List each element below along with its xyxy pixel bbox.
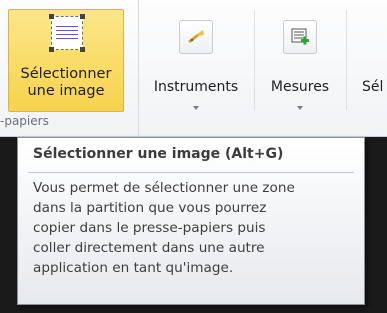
instruments-button[interactable]: Instruments bbox=[142, 20, 250, 120]
select-image-icon bbox=[49, 14, 85, 52]
tooltip-line: Vous permet de sélectionner une zone bbox=[33, 180, 295, 196]
select-image-button[interactable]: Sélectionner une image bbox=[8, 9, 124, 112]
select-image-label-line1: Sélectionner bbox=[20, 66, 112, 82]
ribbon-toolbar: Sélectionner une image -papiers Instrume… bbox=[0, 0, 387, 137]
ribbon-divider bbox=[254, 10, 255, 110]
selection-label: Sél bbox=[362, 79, 384, 95]
tooltip-line: dans la partition que vous pourrez bbox=[33, 200, 267, 216]
mesures-dropdown-arrow-icon[interactable] bbox=[297, 106, 303, 110]
add-measure-icon bbox=[283, 20, 317, 54]
tooltip-line: copier dans le presse-papiers puis bbox=[33, 220, 266, 236]
instruments-label: Instruments bbox=[153, 79, 239, 95]
select-image-label: Sélectionner une image bbox=[9, 66, 123, 100]
tooltip-separator bbox=[28, 172, 354, 173]
select-image-tooltip: Sélectionner une image (Alt+G) Vous perm… bbox=[17, 137, 365, 305]
mesures-button[interactable]: Mesures bbox=[258, 20, 342, 120]
selection-button-partial[interactable]: Sél bbox=[350, 20, 387, 120]
ribbon-group-clipboard: Sélectionner une image -papiers bbox=[0, 0, 139, 136]
tooltip-line: application en tant qu'image. bbox=[33, 260, 234, 276]
tooltip-description: Vous permet de sélectionner une zone dan… bbox=[33, 178, 351, 278]
trumpet-icon bbox=[179, 20, 213, 54]
group-label-clipboard: -papiers bbox=[0, 114, 49, 128]
mesures-label: Mesures bbox=[270, 79, 330, 95]
ribbon-divider-2 bbox=[346, 10, 347, 110]
instruments-dropdown-arrow-icon[interactable] bbox=[193, 106, 199, 110]
tooltip-title: Sélectionner une image (Alt+G) bbox=[33, 146, 284, 162]
select-image-label-line2: une image bbox=[27, 83, 105, 99]
tooltip-line: coller directement dans une autre bbox=[33, 240, 265, 256]
